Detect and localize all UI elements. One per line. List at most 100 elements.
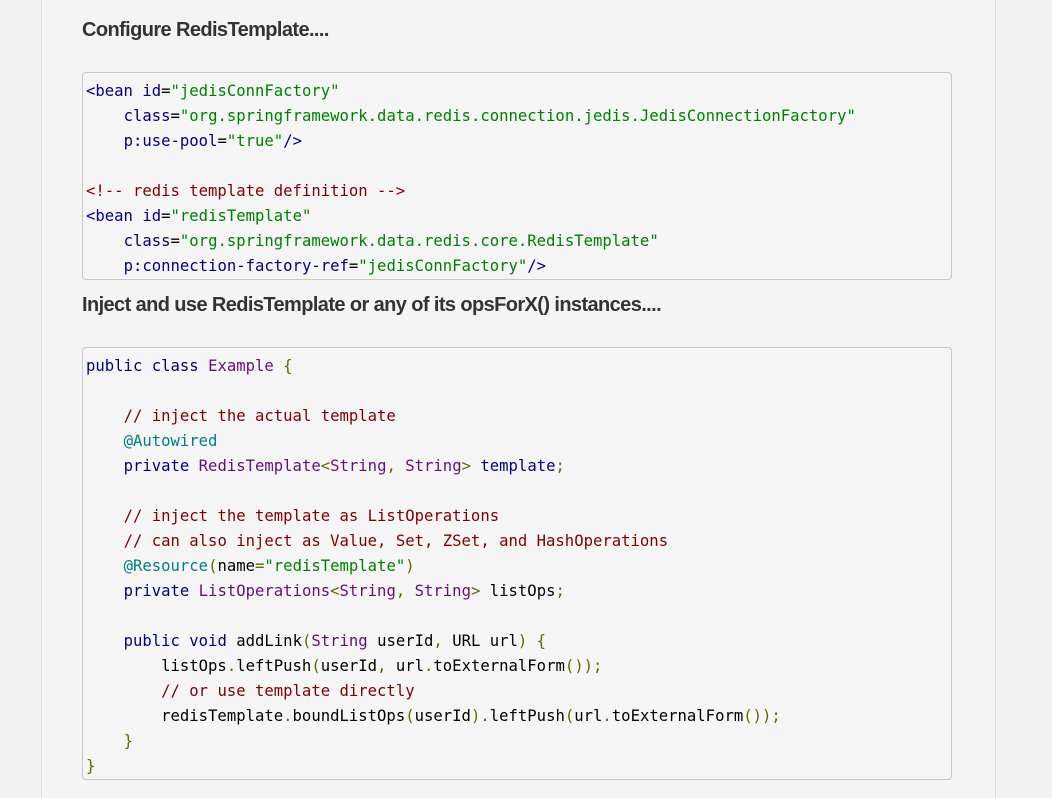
code-token: private bbox=[123, 457, 199, 475]
code-token: url bbox=[395, 657, 425, 675]
code-token: listOps bbox=[86, 657, 227, 675]
xml-config-code-block[interactable]: <bean id="jedisConnFactory" class="org.s… bbox=[82, 72, 952, 280]
code-token: , bbox=[395, 582, 415, 600]
code-token: class bbox=[123, 107, 171, 125]
code-line: redisTemplate.boundListOps(userId).leftP… bbox=[86, 704, 951, 729]
code-token: // inject the actual template bbox=[123, 407, 396, 425]
code-token: String bbox=[414, 582, 471, 600]
code-token: RedisTemplate bbox=[198, 457, 321, 475]
code-token: ( bbox=[405, 707, 415, 725]
code-token: = bbox=[170, 107, 180, 125]
code-token: listOps bbox=[489, 582, 556, 600]
code-token: leftPush bbox=[489, 707, 565, 725]
code-line: p:use-pool="true"/> bbox=[86, 129, 951, 154]
code-token: String bbox=[339, 582, 396, 600]
configure-redistemplate-heading: Configure RedisTemplate.... bbox=[82, 19, 329, 41]
code-line: <!-- redis template definition --> bbox=[86, 179, 951, 204]
code-line: private RedisTemplate<String, String> te… bbox=[86, 454, 951, 479]
code-token: ) bbox=[405, 557, 415, 575]
right-page-margin bbox=[995, 0, 1052, 798]
code-token: @Autowired bbox=[123, 432, 218, 450]
code-token: // can also inject as Value, Set, ZSet, … bbox=[123, 532, 669, 550]
code-token: name bbox=[217, 557, 256, 575]
code-token: template bbox=[480, 457, 556, 475]
code-token: ()); bbox=[743, 707, 781, 725]
code-token: < bbox=[320, 457, 331, 475]
code-token: = bbox=[217, 132, 227, 150]
code-token: userId bbox=[414, 707, 471, 725]
code-token: . bbox=[283, 707, 293, 725]
code-token: Example bbox=[208, 357, 274, 375]
code-token: class bbox=[123, 232, 171, 250]
code-line: class="org.springframework.data.redis.co… bbox=[86, 104, 951, 129]
code-line: private ListOperations<String, String> l… bbox=[86, 579, 951, 604]
code-token: "redisTemplate" bbox=[264, 557, 406, 575]
code-token: "redisTemplate" bbox=[170, 207, 312, 225]
code-token: <bean bbox=[86, 82, 143, 100]
code-token: . bbox=[226, 657, 237, 675]
code-token: , bbox=[386, 457, 406, 475]
code-token: addLink bbox=[236, 632, 302, 650]
code-token: < bbox=[330, 582, 340, 600]
code-token: <!-- redis template definition --> bbox=[86, 182, 406, 200]
inject-redistemplate-heading: Inject and use RedisTemplate or any of i… bbox=[82, 294, 662, 316]
code-token: , bbox=[433, 632, 453, 650]
code-token: "org.springframework.data.redis.core.Red… bbox=[179, 232, 659, 250]
code-token: userId bbox=[320, 657, 378, 675]
code-token: ) { bbox=[517, 632, 547, 650]
java-example-code-block[interactable]: public class Example { // inject the act… bbox=[82, 347, 952, 780]
left-page-margin bbox=[0, 0, 42, 798]
code-token: /> bbox=[527, 257, 547, 275]
code-line: public class Example { bbox=[86, 354, 951, 379]
code-line: <bean id="redisTemplate" bbox=[86, 204, 951, 229]
code-token: ListOperations bbox=[198, 582, 331, 600]
code-token: p:use-pool bbox=[123, 132, 218, 150]
code-line: @Autowired bbox=[86, 429, 951, 454]
code-line: public void addLink(String userId, URL u… bbox=[86, 629, 951, 654]
code-line: listOps.leftPush(userId, url.toExternalF… bbox=[86, 654, 951, 679]
code-token: @Resource bbox=[123, 557, 209, 575]
code-line: p:connection-factory-ref="jedisConnFacto… bbox=[86, 254, 951, 279]
code-token: /> bbox=[283, 132, 302, 150]
code-token: ( bbox=[311, 657, 321, 675]
code-token: ( bbox=[564, 707, 575, 725]
code-token: ; bbox=[555, 457, 565, 475]
code-token: url bbox=[574, 707, 603, 725]
code-token: public void bbox=[123, 632, 237, 650]
code-token: > bbox=[470, 582, 490, 600]
code-token: p:connection-factory-ref bbox=[123, 257, 349, 275]
code-token: // inject the template as ListOperations bbox=[123, 507, 500, 525]
code-token: } bbox=[123, 732, 133, 750]
code-token: > bbox=[461, 457, 481, 475]
code-token: . bbox=[602, 707, 612, 725]
code-token: ). bbox=[470, 707, 490, 725]
code-token: String bbox=[311, 632, 368, 650]
code-line: } bbox=[86, 729, 951, 754]
code-token: = bbox=[161, 82, 171, 100]
code-token: . bbox=[424, 657, 434, 675]
code-line: <bean id="jedisConnFactory" bbox=[86, 79, 951, 104]
code-line: } bbox=[86, 754, 951, 779]
code-token: = bbox=[255, 557, 265, 575]
code-token: = bbox=[348, 257, 359, 275]
code-token: String bbox=[330, 457, 387, 475]
code-token: ()); bbox=[564, 657, 603, 675]
code-token: ( bbox=[301, 632, 312, 650]
code-token: = bbox=[170, 232, 180, 250]
